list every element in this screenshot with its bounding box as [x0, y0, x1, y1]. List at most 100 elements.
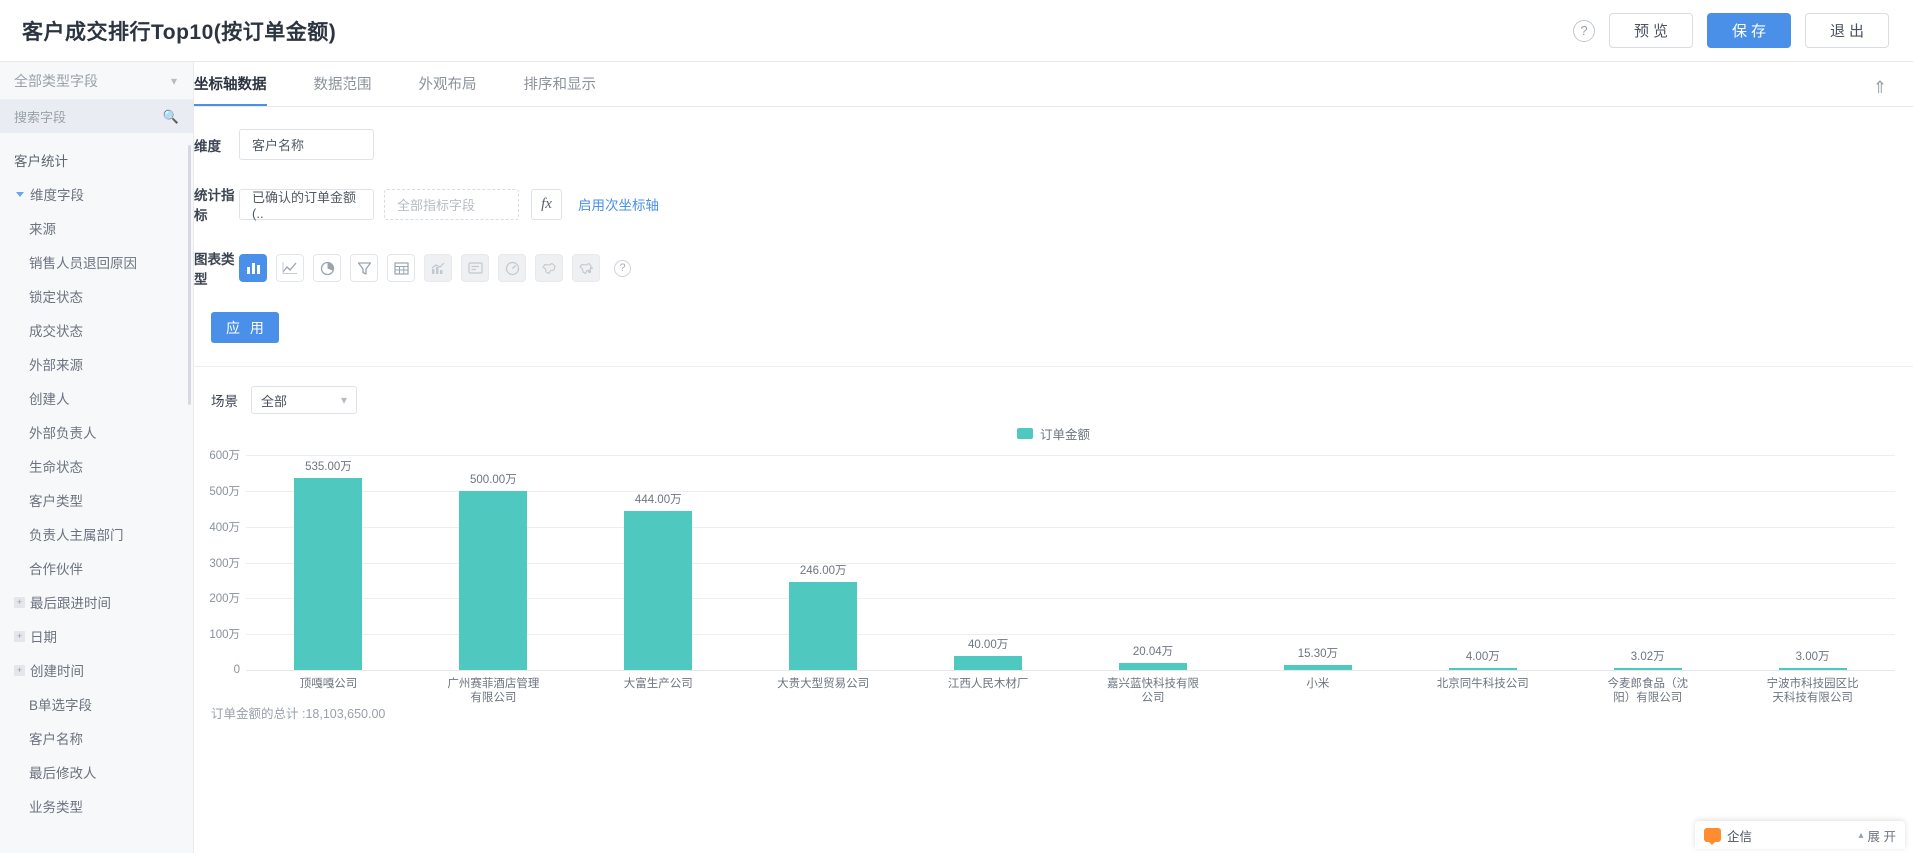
- metric-field[interactable]: 已确认的订单金额(..: [239, 188, 374, 221]
- y-axis-labels: 0 100万 200万 300万 400万 500万 600万: [194, 450, 240, 676]
- chart-editor-page: 客户成交排行Top10(按订单金额) ? 预览 保存 退出 全部类型字段 ▾ 搜…: [0, 0, 1913, 853]
- sidebar-item-external-owner[interactable]: 外部负责人: [0, 415, 193, 449]
- chart-type-row: 图表类型 ?: [194, 248, 1913, 288]
- axis-data-form: 维度 客户名称 统计指标 已确认的订单金额(.. 全部指标字段 fx 启用次坐标…: [194, 107, 1913, 414]
- chart-plot-area: 0 100万 200万 300万 400万 500万 600万 535.00万 500.00万…: [194, 450, 1913, 704]
- save-button[interactable]: 保存: [1707, 13, 1791, 48]
- x-axis-tick: 小米: [1306, 678, 1330, 690]
- y-axis-tick: 200万: [209, 593, 240, 606]
- tab-axis-data[interactable]: 坐标轴数据: [194, 73, 267, 106]
- exit-button[interactable]: 退出: [1805, 13, 1889, 48]
- legend-color-swatch: [1016, 428, 1033, 439]
- bar-column[interactable]: 500.00万: [411, 455, 576, 670]
- bar[interactable]: [459, 490, 528, 670]
- bar-column[interactable]: 246.00万: [741, 455, 906, 670]
- chevron-double-up-icon[interactable]: ⇑: [1873, 78, 1887, 98]
- sidebar-item-create-time[interactable]: + 创建时间: [0, 653, 193, 687]
- y-axis-tick: 500万: [209, 485, 240, 498]
- bar[interactable]: [624, 510, 693, 670]
- page-title: 客户成交排行Top10(按订单金额): [22, 20, 337, 44]
- dimension-field[interactable]: 客户名称: [239, 129, 374, 160]
- sidebar-item-partner[interactable]: 合作伙伴: [0, 551, 193, 585]
- sidebar-item-label: 销售人员退回原因: [29, 256, 137, 271]
- sidebar-item-creator[interactable]: 创建人: [0, 381, 193, 415]
- tab-sort-display[interactable]: 排序和显示: [524, 73, 597, 106]
- bar-column[interactable]: 40.00万: [906, 455, 1071, 670]
- metric-row: 统计指标 已确认的订单金额(.. 全部指标字段 fx 启用次坐标轴: [194, 184, 1913, 224]
- apply-button[interactable]: 应 用: [211, 312, 279, 343]
- sidebar-item-label: 锁定状态: [29, 290, 83, 305]
- chevron-down-icon: ▾: [340, 393, 347, 407]
- sidebar-item-dimension-fields[interactable]: 维度字段: [0, 177, 193, 211]
- bar-column[interactable]: 4.00万: [1400, 455, 1565, 670]
- sidebar-item-source[interactable]: 来源: [0, 211, 193, 245]
- qixin-widget[interactable]: 企信 ▴ 展 开: [1695, 821, 1905, 849]
- bar-chart-icon[interactable]: [239, 254, 267, 282]
- bar-value-label: 500.00万: [470, 473, 517, 486]
- chart-type-help-icon[interactable]: ?: [614, 259, 631, 277]
- dimension-label: 维度: [194, 138, 221, 154]
- sidebar-item-life-status[interactable]: 生命状态: [0, 449, 193, 483]
- tab-bar: 坐标轴数据 数据范围 外观布局 排序和显示 ⇑: [194, 62, 1913, 107]
- bar-column[interactable]: 20.04万: [1071, 455, 1236, 670]
- line-chart-icon[interactable]: [276, 254, 304, 282]
- dimension-row: 维度 客户名称: [194, 129, 1913, 160]
- map-bubble-icon[interactable]: [572, 254, 600, 282]
- sidebar-item-business-type[interactable]: 业务类型: [0, 789, 193, 823]
- formula-button[interactable]: fx: [531, 188, 562, 220]
- x-axis-tick: 大富生产公司: [623, 678, 693, 690]
- chart-type-label: 图表类型: [194, 252, 235, 287]
- sidebar-item-label: 最后跟进时间: [30, 596, 111, 611]
- sidebar-item-label: 业务类型: [29, 800, 83, 815]
- help-icon[interactable]: ?: [1573, 19, 1595, 42]
- tab-appearance[interactable]: 外观布局: [419, 73, 477, 106]
- sidebar-item-owner-department[interactable]: 负责人主属部门: [0, 517, 193, 551]
- bar[interactable]: [1118, 662, 1187, 670]
- bar[interactable]: [789, 581, 858, 670]
- sidebar-item-lock-status[interactable]: 锁定状态: [0, 279, 193, 313]
- sidebar-item-return-reason[interactable]: 销售人员退回原因: [0, 245, 193, 279]
- sidebar-item-deal-status[interactable]: 成交状态: [0, 313, 193, 347]
- x-axis-tick: 大贵大型贸易公司: [777, 678, 870, 690]
- enable-secondary-axis-link[interactable]: 启用次坐标轴: [578, 194, 659, 214]
- map-icon[interactable]: [535, 254, 563, 282]
- sidebar-item-date[interactable]: + 日期: [0, 619, 193, 653]
- bar-column[interactable]: 535.00万: [246, 455, 411, 670]
- bar[interactable]: [954, 655, 1023, 670]
- scene-select[interactable]: 全部 ▾: [251, 386, 357, 414]
- sidebar-item-external-source[interactable]: 外部来源: [0, 347, 193, 381]
- chart-legend[interactable]: 订单金额: [194, 424, 1913, 443]
- x-axis-tick: 嘉兴蓝快科技有限公司: [1106, 678, 1199, 704]
- field-type-filter[interactable]: 全部类型字段 ▾: [0, 62, 193, 100]
- pie-chart-icon[interactable]: [313, 254, 341, 282]
- search-input[interactable]: 搜索字段 🔍: [0, 100, 193, 133]
- sidebar-item-last-followup-time[interactable]: + 最后跟进时间: [0, 585, 193, 619]
- bar-column[interactable]: 444.00万: [576, 455, 741, 670]
- sidebar-item-label: 维度字段: [30, 188, 84, 203]
- preview-button[interactable]: 预览: [1609, 13, 1693, 48]
- bar[interactable]: [294, 478, 363, 670]
- bar-value-label: 15.30万: [1297, 647, 1339, 660]
- tab-data-range[interactable]: 数据范围: [314, 73, 372, 106]
- table-icon[interactable]: [387, 254, 415, 282]
- sidebar-item-customer-name[interactable]: 客户名称: [0, 721, 193, 755]
- funnel-chart-icon[interactable]: [350, 254, 378, 282]
- top-bar: 客户成交排行Top10(按订单金额) ? 预览 保存 退出: [0, 0, 1913, 62]
- bar-column[interactable]: 15.30万: [1235, 455, 1400, 670]
- sidebar-item-label: 外部来源: [29, 358, 83, 373]
- gauge-icon[interactable]: [498, 254, 526, 282]
- qixin-expand-button[interactable]: ▴ 展 开: [1858, 826, 1896, 845]
- metric-placeholder-field[interactable]: 全部指标字段: [384, 188, 519, 220]
- bar-column[interactable]: 3.00万: [1730, 455, 1895, 670]
- bar-value-label: 40.00万: [967, 638, 1009, 651]
- sidebar-item-customer-stats[interactable]: 客户统计: [0, 143, 193, 177]
- sidebar-item-label: 来源: [29, 222, 56, 237]
- card-icon[interactable]: [461, 254, 489, 282]
- sidebar-item-last-modifier[interactable]: 最后修改人: [0, 755, 193, 789]
- scene-label: 场景: [211, 394, 238, 409]
- combo-chart-icon[interactable]: [424, 254, 452, 282]
- chart-type-picker: ?: [239, 254, 631, 282]
- sidebar-item-customer-type[interactable]: 客户类型: [0, 483, 193, 517]
- sidebar-item-b-radio-field[interactable]: B单选字段: [0, 687, 193, 721]
- bar-column[interactable]: 3.02万: [1565, 455, 1730, 670]
